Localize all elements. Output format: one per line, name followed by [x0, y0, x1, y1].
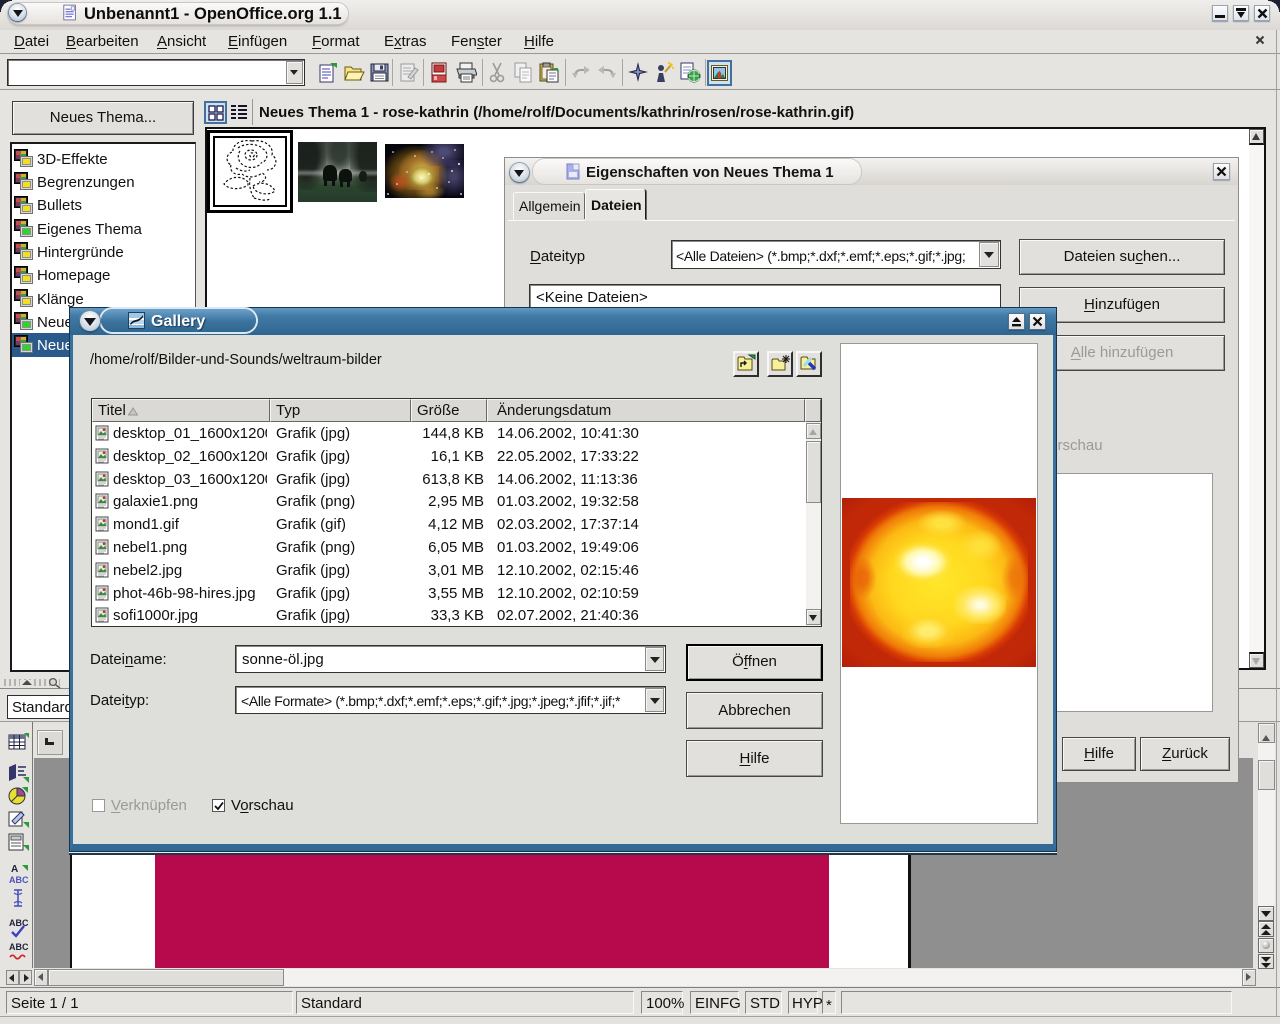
- svg-text:ABC: ABC: [9, 875, 29, 885]
- svg-text:A: A: [11, 864, 18, 875]
- svg-text:ABC: ABC: [9, 918, 29, 928]
- svg-text:ABC: ABC: [9, 942, 29, 952]
